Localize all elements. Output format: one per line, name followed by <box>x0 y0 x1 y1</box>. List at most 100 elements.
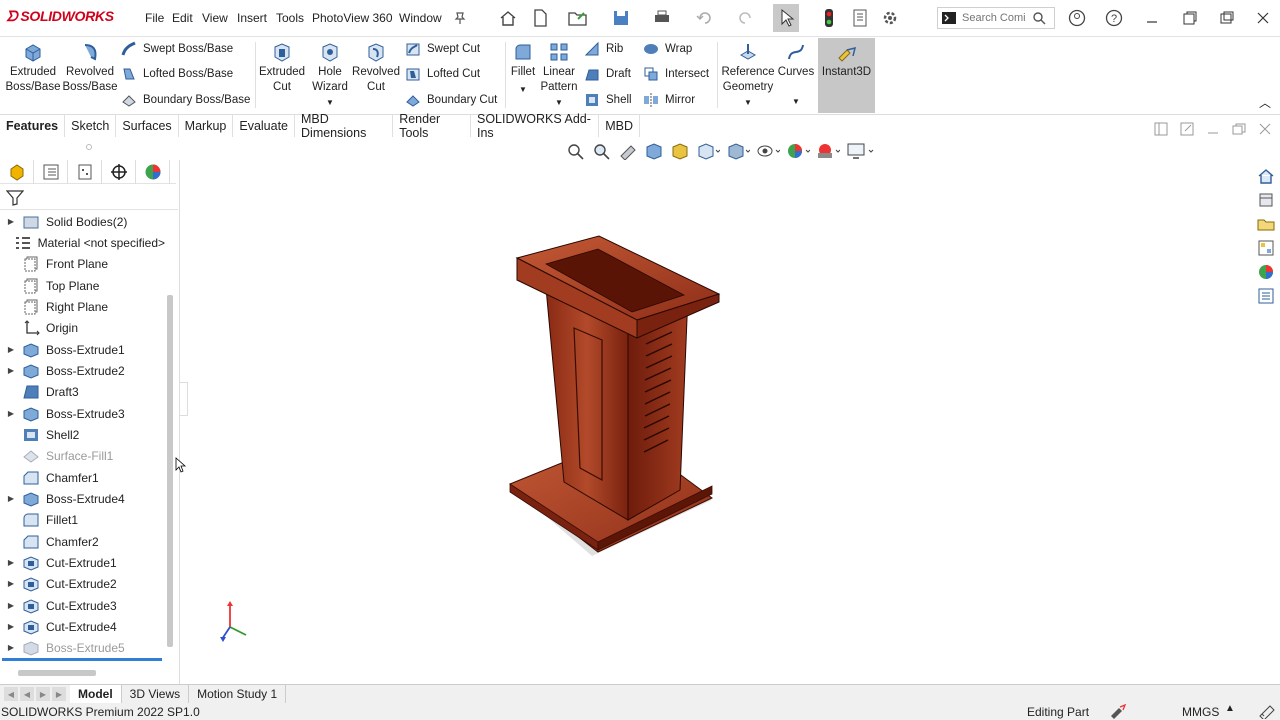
units-dropdown-arrow[interactable]: ▲ <box>1225 703 1235 714</box>
menu-insert[interactable]: Insert <box>237 11 267 25</box>
tile-window-icon[interactable] <box>1154 122 1168 136</box>
linear-pattern-button[interactable]: Linear Pattern ▼ <box>540 41 578 110</box>
tab-surfaces[interactable]: Surfaces <box>116 115 179 137</box>
panel-collapse-handle[interactable] <box>180 382 188 416</box>
revolved-boss-button[interactable]: Revolved Boss/Base <box>63 41 118 95</box>
swept-boss-button[interactable]: Swept Boss/Base <box>121 40 233 58</box>
tree-item-surface-fill1[interactable]: Surface-Fill1 <box>0 445 165 466</box>
search-icon[interactable] <box>1032 11 1046 25</box>
home-icon[interactable] <box>498 8 518 28</box>
expand-arrow-icon[interactable]: ▶ <box>0 601 22 610</box>
reference-geometry-dropdown-arrow[interactable]: ▼ <box>744 95 752 110</box>
dimxpert-manager-tab[interactable] <box>102 160 136 184</box>
fillet-dropdown-arrow[interactable]: ▼ <box>519 82 527 97</box>
open-folder-icon[interactable] <box>568 8 588 28</box>
tree-item-boss-extrude1[interactable]: ▶ Boss-Extrude1 <box>0 339 165 360</box>
hide-show-items-icon[interactable] <box>756 142 780 160</box>
search-commands-field[interactable] <box>937 7 1055 29</box>
revolved-cut-button[interactable]: Revolved Cut <box>352 41 400 95</box>
expand-arrow-icon[interactable]: ▶ <box>0 409 22 418</box>
menu-view[interactable]: View <box>202 11 228 25</box>
configuration-manager-tab[interactable] <box>68 160 102 184</box>
pin-icon[interactable] <box>450 8 470 28</box>
view-settings-icon[interactable] <box>846 142 874 160</box>
tree-vertical-scrollbar[interactable] <box>167 295 173 647</box>
doc-close-icon[interactable] <box>1258 122 1272 136</box>
mirror-button[interactable]: Mirror <box>643 91 695 109</box>
rib-button[interactable]: Rib <box>584 40 623 58</box>
solidworks-resources-tab[interactable] <box>1255 165 1277 187</box>
tab-evaluate[interactable]: Evaluate <box>233 115 296 137</box>
collapse-ribbon-chevron-icon[interactable]: ︿ <box>1259 94 1271 111</box>
curves-dropdown-arrow[interactable]: ▼ <box>792 94 800 109</box>
menu-file[interactable]: File <box>145 11 164 25</box>
menu-tools[interactable]: Tools <box>276 11 304 25</box>
display-manager-tab[interactable] <box>136 160 170 184</box>
tree-item-boss-extrude5[interactable]: ▶ Boss-Extrude5 <box>0 637 165 658</box>
hole-wizard-dropdown-arrow[interactable]: ▼ <box>326 95 334 110</box>
help-icon[interactable]: ? <box>1104 8 1124 28</box>
file-explorer-tab[interactable] <box>1255 213 1277 235</box>
expand-arrow-icon[interactable]: ▶ <box>0 494 22 503</box>
intersect-button[interactable]: Intersect <box>643 65 709 83</box>
tree-item-boss-extrude4[interactable]: ▶ Boss-Extrude4 <box>0 488 165 509</box>
units-selector[interactable]: MMGS <box>1182 705 1219 719</box>
extruded-cut-button[interactable]: Extruded Cut <box>257 41 307 95</box>
boundary-boss-button[interactable]: Boundary Boss/Base <box>121 91 250 109</box>
swept-cut-button[interactable]: Swept Cut <box>405 40 480 58</box>
select-tool-button[interactable] <box>773 4 799 32</box>
appearances-tab[interactable] <box>1255 261 1277 283</box>
section-view-icon[interactable] <box>644 142 664 160</box>
undo-icon[interactable] <box>695 8 715 28</box>
tree-item-material[interactable]: Material <not specified> <box>0 232 165 253</box>
expand-arrow-icon[interactable]: ▶ <box>0 643 22 652</box>
redo-icon[interactable] <box>735 8 755 28</box>
close-icon[interactable] <box>1253 8 1273 28</box>
apply-scene-icon[interactable] <box>816 142 840 160</box>
tree-item-boss-extrude3[interactable]: ▶ Boss-Extrude3 <box>0 403 165 424</box>
view-orientation-icon[interactable] <box>696 142 720 160</box>
lectern-3d-model[interactable] <box>490 220 740 565</box>
tree-item-front-plane[interactable]: Front Plane <box>0 253 165 274</box>
hole-wizard-button[interactable]: Hole Wizard ▼ <box>308 41 352 110</box>
options-gear-icon[interactable] <box>880 8 900 28</box>
tab-motion-study-1[interactable]: Motion Study 1 <box>189 684 287 704</box>
wrap-button[interactable]: Wrap <box>643 40 692 58</box>
filter-icon[interactable] <box>5 190 25 209</box>
extruded-boss-button[interactable]: Extruded Boss/Base <box>5 41 61 95</box>
tree-item-cut-extrude4[interactable]: ▶ Cut-Extrude4 <box>0 616 165 637</box>
restore-window-icon[interactable] <box>1180 8 1200 28</box>
reference-geometry-button[interactable]: Reference Geometry ▼ <box>719 41 777 110</box>
tab-mbd[interactable]: MBD <box>599 115 640 137</box>
rollback-bar[interactable] <box>2 658 162 661</box>
search-input[interactable] <box>962 12 1032 24</box>
previous-view-icon[interactable] <box>618 142 638 160</box>
expand-arrow-icon[interactable]: ▶ <box>0 366 22 375</box>
expand-arrow-icon[interactable]: ▶ <box>0 217 22 226</box>
feature-manager-tab[interactable] <box>0 160 34 184</box>
tree-item-draft3[interactable]: Draft3 <box>0 381 165 402</box>
tree-item-top-plane[interactable]: Top Plane <box>0 275 165 296</box>
tab-sketch[interactable]: Sketch <box>65 115 117 137</box>
minimize-icon[interactable] <box>1142 8 1162 28</box>
tab-solidworks-addins[interactable]: SOLIDWORKS Add-Ins <box>471 112 600 140</box>
menu-window[interactable]: Window <box>399 11 442 25</box>
scroll-last-icon[interactable]: ▶ <box>52 687 66 701</box>
tree-item-right-plane[interactable]: Right Plane <box>0 296 165 317</box>
panel-handle-dot[interactable] <box>86 144 92 150</box>
lofted-cut-button[interactable]: Lofted Cut <box>405 65 480 83</box>
pattern-dropdown-arrow[interactable]: ▼ <box>555 95 563 110</box>
tree-item-origin[interactable]: Origin <box>0 317 165 338</box>
tab-render-tools[interactable]: Render Tools <box>393 112 471 140</box>
tree-item-shell2[interactable]: Shell2 <box>0 424 165 445</box>
instant3d-button[interactable]: Instant3D <box>818 38 875 113</box>
tree-item-cut-extrude1[interactable]: ▶ Cut-Extrude1 <box>0 552 165 573</box>
zoom-to-fit-icon[interactable] <box>566 142 586 160</box>
expand-arrow-icon[interactable]: ▶ <box>0 345 22 354</box>
menu-edit[interactable]: Edit <box>172 11 193 25</box>
doc-minimize-icon[interactable] <box>1206 122 1220 136</box>
new-document-icon[interactable] <box>530 8 550 28</box>
rebuild-status-icon[interactable] <box>1108 704 1128 719</box>
solidworks-logo[interactable]: ᗤ SOLIDWORKS <box>6 8 114 25</box>
tree-item-solid-bodies[interactable]: ▶ Solid Bodies(2) <box>0 211 165 232</box>
